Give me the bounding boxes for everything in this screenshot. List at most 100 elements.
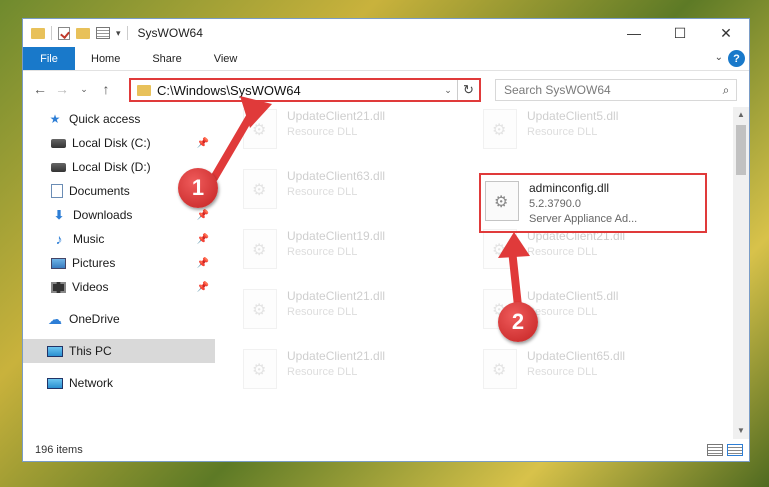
computer-icon [47,345,63,357]
dll-file-icon [483,229,517,269]
file-name: UpdateClient21.dll [287,109,386,123]
scroll-up-arrow-icon[interactable]: ▲ [733,107,749,123]
file-tile[interactable]: UpdateClient21.dllResource DLL [243,107,463,157]
vertical-scrollbar[interactable]: ▲ ▼ [733,107,749,439]
window-title: SysWOW64 [137,26,203,40]
dll-file-icon [483,109,517,149]
sidebar-item-label: Videos [72,280,109,294]
minimize-button[interactable]: — [611,19,657,47]
sidebar-item-this-pc[interactable]: This PC [23,339,215,363]
file-name: UpdateClient19.dll [287,229,386,243]
close-button[interactable]: ✕ [703,19,749,47]
file-tile[interactable]: UpdateClient19.dll Resource DLL [243,227,463,277]
sidebar-item-label: This PC [69,344,112,358]
file-tile[interactable]: UpdateClient5.dll Resource DLL [483,107,703,157]
sidebar-item-label: Documents [69,184,130,198]
file-description: Server Appliance Ad... [529,213,638,225]
properties-check-icon[interactable] [58,26,70,40]
file-tile[interactable]: UpdateClient63.dll Resource DLL [243,167,463,217]
file-tile[interactable]: UpdateClient21.dll Resource DLL [243,287,463,337]
properties-icon[interactable] [96,27,110,39]
customize-toolbar-chevron-icon[interactable]: ▾ [116,28,121,39]
search-icon[interactable]: ⌕ [716,83,736,98]
sidebar-item-label: OneDrive [69,312,120,326]
tab-home[interactable]: Home [75,47,136,70]
sidebar-item-downloads[interactable]: ⬇ Downloads 📌 [23,203,215,227]
sidebar-item-pictures[interactable]: Pictures 📌 [23,251,215,275]
sidebar-item-music[interactable]: ♪ Music 📌 [23,227,215,251]
file-tile[interactable]: UpdateClient65.dll Resource DLL [483,347,703,397]
sidebar-item-label: Quick access [69,112,141,126]
sidebar-item-local-disk-c[interactable]: Local Disk (C:) 📌 [23,131,215,155]
refresh-button[interactable]: ↻ [457,80,479,100]
pin-icon: 📌 [196,209,209,221]
file-version: 5.2.3790.0 [529,198,581,210]
forward-button[interactable]: → [51,81,73,97]
file-type: Resource DLL [527,246,598,258]
file-type: Resource DLL [527,126,598,138]
tab-view[interactable]: View [198,47,254,70]
tiles-view-icon[interactable] [727,444,743,456]
file-type: Resource DLL [527,366,598,378]
help-button[interactable]: ? [728,50,745,67]
expand-ribbon-chevron-icon[interactable]: ⌄ [715,52,723,63]
pin-icon: 📌 [196,281,209,293]
file-type: Resource DLL [527,306,598,318]
address-path[interactable]: C:\Windows\SysWOW64 [157,83,439,98]
pin-icon: 📌 [196,257,209,269]
dll-file-icon [243,109,277,149]
details-view-icon[interactable] [707,444,723,456]
pin-icon: 📌 [196,137,209,149]
address-bar[interactable]: C:\Windows\SysWOW64 ⌄ ↻ [129,78,481,102]
quick-access-toolbar: ▾ [23,26,128,40]
up-button[interactable]: ↑ [95,81,117,97]
search-placeholder: Search SysWOW64 [504,83,611,97]
explorer-window: ▾ SysWOW64 — ☐ ✕ File Home Share View ⌄ … [22,18,750,462]
file-type: Resource DLL [287,306,358,318]
back-button[interactable]: ← [29,81,51,97]
music-icon: ♪ [55,231,63,247]
file-type: Resource DLL [287,246,358,258]
sidebar-item-label: Music [73,232,105,246]
step-badge-2: 2 [498,302,538,342]
file-tile[interactable]: UpdateClient21.dllResource DLL [243,347,463,397]
dll-file-icon [485,181,519,221]
search-input[interactable]: Search SysWOW64 ⌕ [495,79,737,101]
window-controls: — ☐ ✕ [611,19,749,47]
cloud-icon: ☁ [48,310,62,327]
new-folder-icon[interactable] [76,27,90,39]
file-name: UpdateClient21.dll [287,289,386,303]
sidebar-item-label: Local Disk (C:) [72,136,151,150]
dll-file-icon [243,169,277,209]
file-name: UpdateClient63.dll [287,169,386,183]
file-tile-adminconfig[interactable]: adminconfig.dll 5.2.3790.0 Server Applia… [485,179,705,229]
content-area: ★ Quick access Local Disk (C:) 📌 Local D… [23,107,749,439]
toolbar-divider [126,26,128,40]
address-dropdown-chevron-icon[interactable]: ⌄ [439,85,457,96]
sidebar-item-label: Downloads [73,208,133,222]
title-bar: ▾ SysWOW64 — ☐ ✕ [23,19,749,47]
disk-icon [51,162,66,172]
scroll-thumb[interactable] [736,125,746,175]
sidebar-item-quick-access[interactable]: ★ Quick access [23,107,215,131]
file-name: UpdateClient21.dll [287,349,386,363]
item-count: 196 items [35,444,83,456]
recent-locations-chevron-icon[interactable]: ⌄ [73,84,95,95]
tab-share[interactable]: Share [136,47,197,70]
navigation-bar: ← → ⌄ ↑ C:\Windows\SysWOW64 ⌄ ↻ Search S… [23,71,749,107]
scroll-down-arrow-icon[interactable]: ▼ [733,423,749,439]
file-type: Resource DLL [287,186,358,198]
sidebar-item-onedrive[interactable]: ☁ OneDrive [23,307,215,331]
maximize-button[interactable]: ☐ [657,19,703,47]
network-icon [47,377,63,389]
tab-file[interactable]: File [23,47,75,70]
sidebar-item-videos[interactable]: Videos 📌 [23,275,215,299]
sidebar-item-label: Local Disk (D:) [72,160,151,174]
sidebar-item-network[interactable]: Network [23,371,215,395]
ribbon-tabs: File Home Share View ⌄ ? [23,47,749,71]
navigation-pane: ★ Quick access Local Disk (C:) 📌 Local D… [23,107,215,439]
file-name: UpdateClient5.dll [527,289,619,303]
dll-file-icon [483,349,517,389]
file-tile[interactable]: UpdateClient21.dllResource DLL [483,227,703,277]
folder-icon [137,84,151,96]
